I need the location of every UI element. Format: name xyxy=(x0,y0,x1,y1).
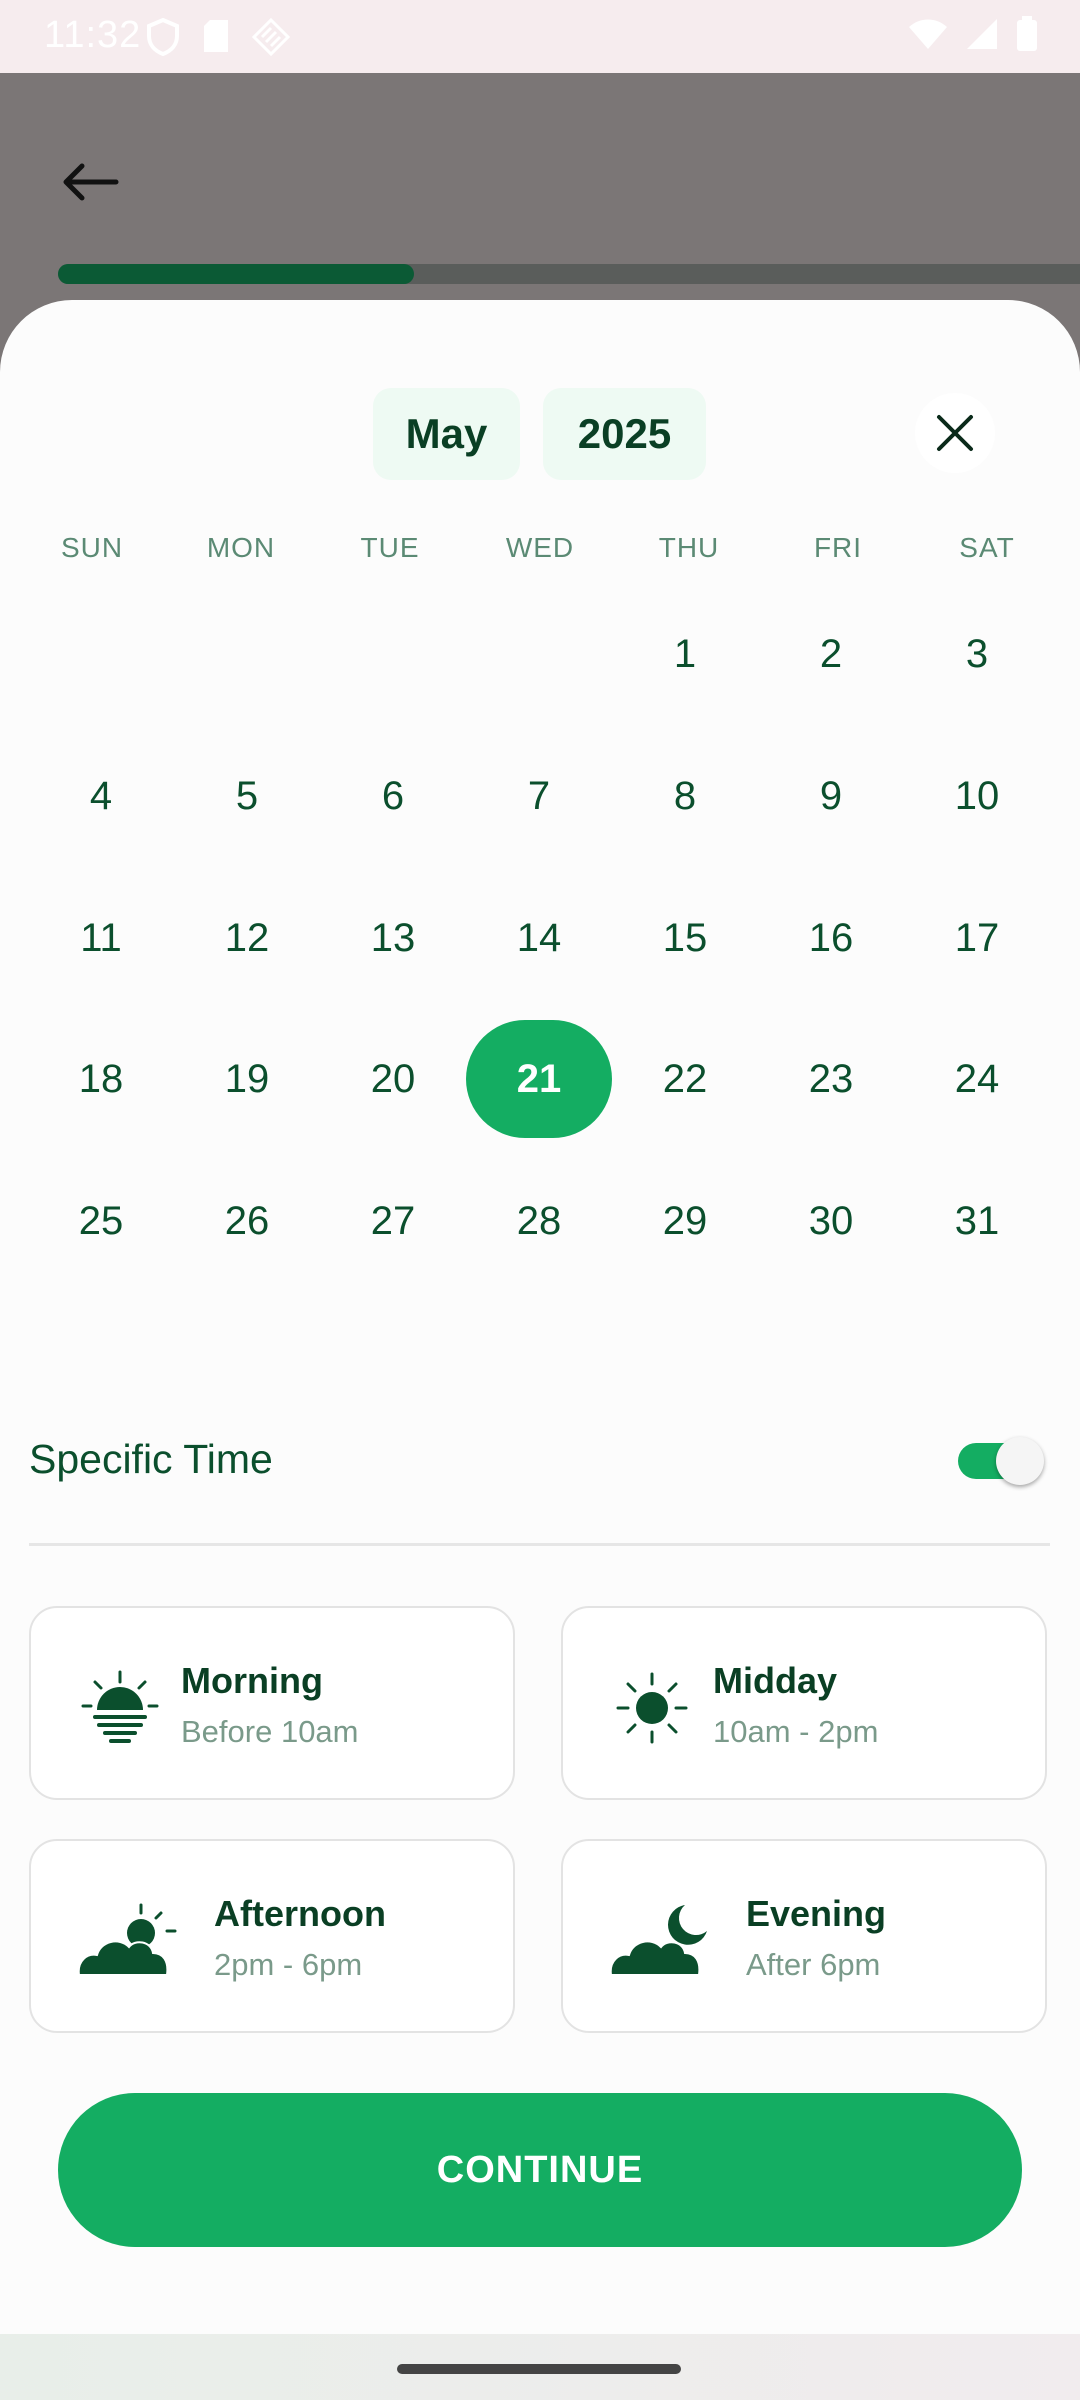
calendar-day[interactable]: 7 xyxy=(466,737,612,855)
cloudy-night-icon xyxy=(609,1905,707,1976)
month-selector[interactable]: May xyxy=(373,388,520,480)
close-button[interactable] xyxy=(915,393,995,473)
battery-icon xyxy=(1017,16,1037,51)
calendar-day[interactable]: 13 xyxy=(320,879,466,997)
home-indicator[interactable] xyxy=(397,2364,681,2374)
specific-time-label: Specific Time xyxy=(29,1436,273,1482)
time-option-subtitle: Before 10am xyxy=(181,1714,359,1749)
calendar-day[interactable]: 5 xyxy=(174,737,320,855)
calendar-day[interactable]: 22 xyxy=(612,1020,758,1138)
calendar-day[interactable]: 15 xyxy=(612,879,758,997)
time-option-subtitle: 10am - 2pm xyxy=(713,1714,879,1749)
weekday-sat: SAT xyxy=(959,532,1015,563)
calendar-day[interactable]: 9 xyxy=(758,737,904,855)
weekday-thu: THU xyxy=(658,532,720,563)
close-icon xyxy=(937,415,973,451)
onboarding-progress-fill xyxy=(58,264,414,284)
time-option-title: Evening xyxy=(746,1893,887,1934)
year-selector[interactable]: 2025 xyxy=(543,388,706,480)
status-time: 11:32 xyxy=(44,14,142,56)
calendar-day[interactable]: 29 xyxy=(612,1162,758,1280)
calendar-day[interactable]: 28 xyxy=(466,1162,612,1280)
calendar-day[interactable]: 19 xyxy=(174,1020,320,1138)
calendar-day[interactable]: 27 xyxy=(320,1162,466,1280)
time-option-subtitle: After 6pm xyxy=(746,1947,881,1982)
weekday-sun: SUN xyxy=(60,532,124,563)
toggle-knob xyxy=(996,1437,1044,1485)
calendar-day[interactable]: 6 xyxy=(320,737,466,855)
weekday-tue: TUE xyxy=(360,532,420,563)
calendar-day-selected[interactable]: 21 xyxy=(466,1020,612,1138)
status-system-icons xyxy=(908,16,1038,52)
wifi-icon xyxy=(909,19,947,49)
calendar-day[interactable]: 4 xyxy=(28,737,174,855)
time-option-subtitle: 2pm - 6pm xyxy=(214,1947,363,1982)
time-option-title: Midday xyxy=(713,1660,838,1701)
back-button[interactable] xyxy=(58,150,122,214)
calendar-day[interactable]: 11 xyxy=(28,879,174,997)
calendar-day[interactable]: 18 xyxy=(28,1020,174,1138)
status-notification-icons xyxy=(146,18,290,56)
time-option-morning[interactable]: Morning Before 10am xyxy=(29,1606,515,1800)
calendar-day[interactable]: 14 xyxy=(466,879,612,997)
shield-icon xyxy=(147,18,179,56)
weekday-mon: MON xyxy=(206,532,276,563)
calendar-day[interactable]: 31 xyxy=(904,1162,1050,1280)
signal-icon xyxy=(967,19,997,49)
time-option-afternoon[interactable]: Afternoon 2pm - 6pm xyxy=(29,1839,515,2033)
weekday-fri: FRI xyxy=(813,532,863,563)
calendar-day[interactable]: 3 xyxy=(904,595,1050,713)
calendar-day[interactable]: 30 xyxy=(758,1162,904,1280)
status-bar: 11:32 xyxy=(0,0,1080,73)
sd-card-icon xyxy=(204,20,228,52)
calendar-day[interactable]: 12 xyxy=(174,879,320,997)
divider xyxy=(29,1543,1050,1546)
calendar-day[interactable]: 20 xyxy=(320,1020,466,1138)
weekday-wed: WED xyxy=(505,532,575,563)
diamond-grid-icon xyxy=(252,18,290,56)
calendar-day[interactable]: 17 xyxy=(904,879,1050,997)
continue-button[interactable]: CONTINUE xyxy=(58,2093,1022,2247)
calendar-day[interactable]: 10 xyxy=(904,737,1050,855)
sun-icon xyxy=(616,1672,688,1744)
time-option-evening[interactable]: Evening After 6pm xyxy=(561,1839,1047,2033)
time-option-title: Afternoon xyxy=(214,1893,386,1934)
time-option-midday[interactable]: Midday 10am - 2pm xyxy=(561,1606,1047,1800)
calendar-day[interactable]: 1 xyxy=(612,595,758,713)
partly-cloudy-day-icon xyxy=(77,1903,177,1976)
sunrise-icon xyxy=(81,1670,159,1743)
calendar-day[interactable]: 24 xyxy=(904,1020,1050,1138)
calendar-day[interactable]: 8 xyxy=(612,737,758,855)
calendar-day[interactable]: 2 xyxy=(758,595,904,713)
specific-time-toggle[interactable] xyxy=(958,1437,1044,1485)
time-option-title: Morning xyxy=(181,1660,323,1701)
calendar-day[interactable]: 16 xyxy=(758,879,904,997)
calendar-day[interactable]: 23 xyxy=(758,1020,904,1138)
calendar-day[interactable]: 25 xyxy=(28,1162,174,1280)
calendar-day[interactable]: 26 xyxy=(174,1162,320,1280)
arrow-left-icon xyxy=(63,163,119,201)
